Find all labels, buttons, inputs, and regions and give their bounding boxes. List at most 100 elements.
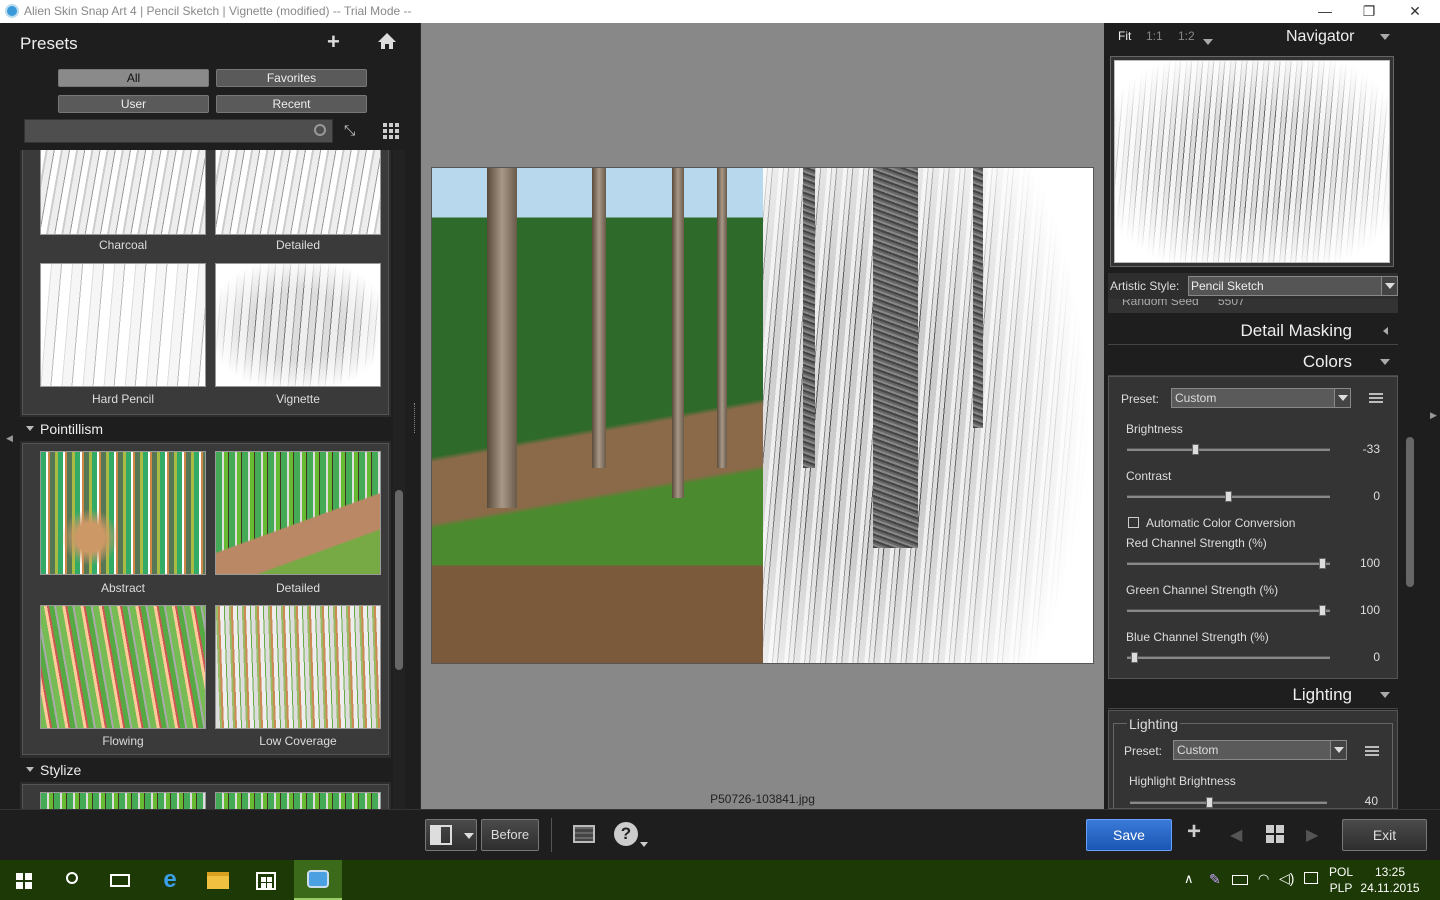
tray-expand-icon[interactable]: ∧: [1184, 871, 1194, 887]
preset-thumb-detailed[interactable]: [215, 150, 381, 235]
zoom-1-1-option[interactable]: 1:1: [1146, 29, 1163, 43]
collapse-left-panel-icon[interactable]: ◀: [6, 433, 13, 444]
pen-icon[interactable]: ✎: [1209, 871, 1221, 888]
preset-thumb-charcoal[interactable]: [40, 150, 206, 235]
section-stylize[interactable]: Stylize: [20, 758, 391, 782]
wifi-icon[interactable]: ◠: [1258, 871, 1269, 887]
highlight-brightness-value: 40: [1364, 794, 1378, 808]
slider-knob[interactable]: [1192, 444, 1199, 455]
red-channel-slider[interactable]: [1127, 558, 1330, 569]
edge-browser-icon[interactable]: e: [146, 860, 194, 900]
section-label: Stylize: [40, 762, 82, 778]
collapse-right-panel-icon[interactable]: ▶: [1430, 410, 1437, 421]
colors-preset-select[interactable]: Custom: [1171, 388, 1351, 408]
slider-knob[interactable]: [1319, 605, 1326, 616]
auto-color-checkbox[interactable]: [1128, 517, 1139, 528]
preset-list[interactable]: Charcoal Detailed Hard Pencil Vignette P…: [20, 150, 391, 809]
slider-knob[interactable]: [1225, 491, 1232, 502]
canvas-area[interactable]: P50726-103841.jpg: [421, 23, 1104, 809]
zoom-1-2-option[interactable]: 1:2: [1178, 29, 1195, 43]
snap-art-taskbar-icon[interactable]: [294, 860, 342, 900]
detail-masking-header[interactable]: Detail Masking: [1108, 317, 1398, 345]
home-icon[interactable]: [377, 31, 397, 51]
panel-resize-handle[interactable]: [414, 403, 418, 433]
preset-thumb-flowing[interactable]: [40, 605, 206, 729]
preset-search-input[interactable]: [24, 119, 333, 143]
add-icon[interactable]: +: [1187, 818, 1201, 846]
before-image: [432, 168, 763, 663]
store-icon[interactable]: [242, 860, 290, 900]
keyboard-layout: PLP: [1329, 881, 1353, 895]
dropdown-arrow-icon[interactable]: [464, 833, 474, 839]
lighting-header[interactable]: Lighting: [1108, 681, 1398, 709]
scrollbar-thumb[interactable]: [1406, 437, 1414, 587]
colors-header[interactable]: Colors: [1108, 348, 1398, 376]
filter-all-button[interactable]: All: [58, 69, 209, 87]
slider-knob[interactable]: [1319, 558, 1326, 569]
add-preset-icon[interactable]: +: [327, 29, 340, 55]
pointillism-group: Abstract Detailed Flowing Low Coverage: [22, 443, 389, 755]
close-button[interactable]: ✕: [1392, 0, 1438, 23]
after-image: [763, 168, 1093, 663]
preset-thumb[interactable]: [215, 792, 381, 809]
exit-button[interactable]: Exit: [1342, 819, 1427, 851]
presets-scrollbar[interactable]: [393, 150, 405, 809]
maximize-button[interactable]: ❐: [1346, 0, 1392, 23]
windows-start-icon[interactable]: [0, 860, 48, 900]
search-icon[interactable]: [48, 860, 96, 900]
section-pointillism[interactable]: Pointillism: [20, 417, 391, 441]
navigator-thumbnail[interactable]: [1114, 60, 1390, 263]
pencil-sketch-group: Charcoal Detailed Hard Pencil Vignette: [22, 150, 389, 415]
preset-thumb-vignette[interactable]: [215, 263, 381, 387]
zoom-dropdown-icon[interactable]: [1203, 39, 1213, 45]
task-view-icon[interactable]: [96, 860, 144, 900]
collapse-all-icon[interactable]: ⤡: [344, 122, 355, 139]
blue-channel-label: Blue Channel Strength (%): [1126, 630, 1269, 644]
preview-image[interactable]: [431, 167, 1094, 664]
random-seed-value[interactable]: 5507: [1218, 299, 1245, 308]
grid-view-icon[interactable]: [383, 123, 399, 139]
file-explorer-icon[interactable]: [194, 860, 242, 900]
collapse-navigator-icon[interactable]: [1380, 34, 1390, 40]
artistic-style-select[interactable]: Pencil Sketch: [1188, 276, 1398, 296]
blue-channel-slider[interactable]: [1127, 652, 1330, 663]
language-indicator[interactable]: POL PLP: [1326, 864, 1356, 896]
filter-user-button[interactable]: User: [58, 95, 209, 113]
slider-knob[interactable]: [1131, 652, 1138, 663]
volume-icon[interactable]: ◁): [1279, 870, 1294, 887]
preset-label: Detailed: [275, 581, 321, 595]
save-button[interactable]: Save: [1086, 819, 1172, 851]
clock[interactable]: 13:25 24.11.2015: [1360, 864, 1420, 896]
preset-thumb-low-coverage[interactable]: [215, 605, 381, 729]
info-panel-icon[interactable]: [573, 825, 595, 843]
highlight-brightness-slider[interactable]: [1130, 797, 1327, 808]
preset-menu-icon[interactable]: [1369, 393, 1383, 403]
preset-thumb-detailed[interactable]: [215, 451, 381, 575]
preset-thumb-hard-pencil[interactable]: [40, 263, 206, 387]
lighting-preset-select[interactable]: Custom: [1173, 740, 1347, 760]
preset-thumb[interactable]: [40, 792, 206, 809]
brightness-slider[interactable]: [1127, 444, 1330, 455]
help-dropdown-icon[interactable]: [640, 842, 648, 847]
preset-menu-icon[interactable]: [1365, 746, 1379, 756]
before-button[interactable]: Before: [481, 819, 539, 851]
batch-grid-icon[interactable]: [1266, 825, 1284, 843]
preset-thumb-abstract[interactable]: [40, 451, 206, 575]
filter-recent-button[interactable]: Recent: [216, 95, 367, 113]
green-channel-slider[interactable]: [1127, 605, 1330, 616]
navigator-preview[interactable]: [1110, 56, 1394, 267]
slider-knob[interactable]: [1206, 797, 1213, 808]
notification-icon[interactable]: [1304, 872, 1318, 884]
settings-scrollbar[interactable]: [1404, 415, 1416, 809]
random-seed-row: Random Seed 5507: [1108, 299, 1398, 313]
colors-title: Colors: [1302, 352, 1352, 371]
presets-title: Presets: [20, 34, 78, 53]
contrast-slider[interactable]: [1127, 491, 1330, 502]
filter-favorites-button[interactable]: Favorites: [216, 69, 367, 87]
help-icon[interactable]: ?: [614, 822, 638, 846]
battery-icon[interactable]: [1232, 875, 1248, 885]
zoom-fit-option[interactable]: Fit: [1118, 29, 1131, 43]
minimize-button[interactable]: —: [1302, 0, 1348, 23]
scrollbar-thumb[interactable]: [395, 490, 403, 670]
split-view-button[interactable]: [425, 819, 477, 851]
